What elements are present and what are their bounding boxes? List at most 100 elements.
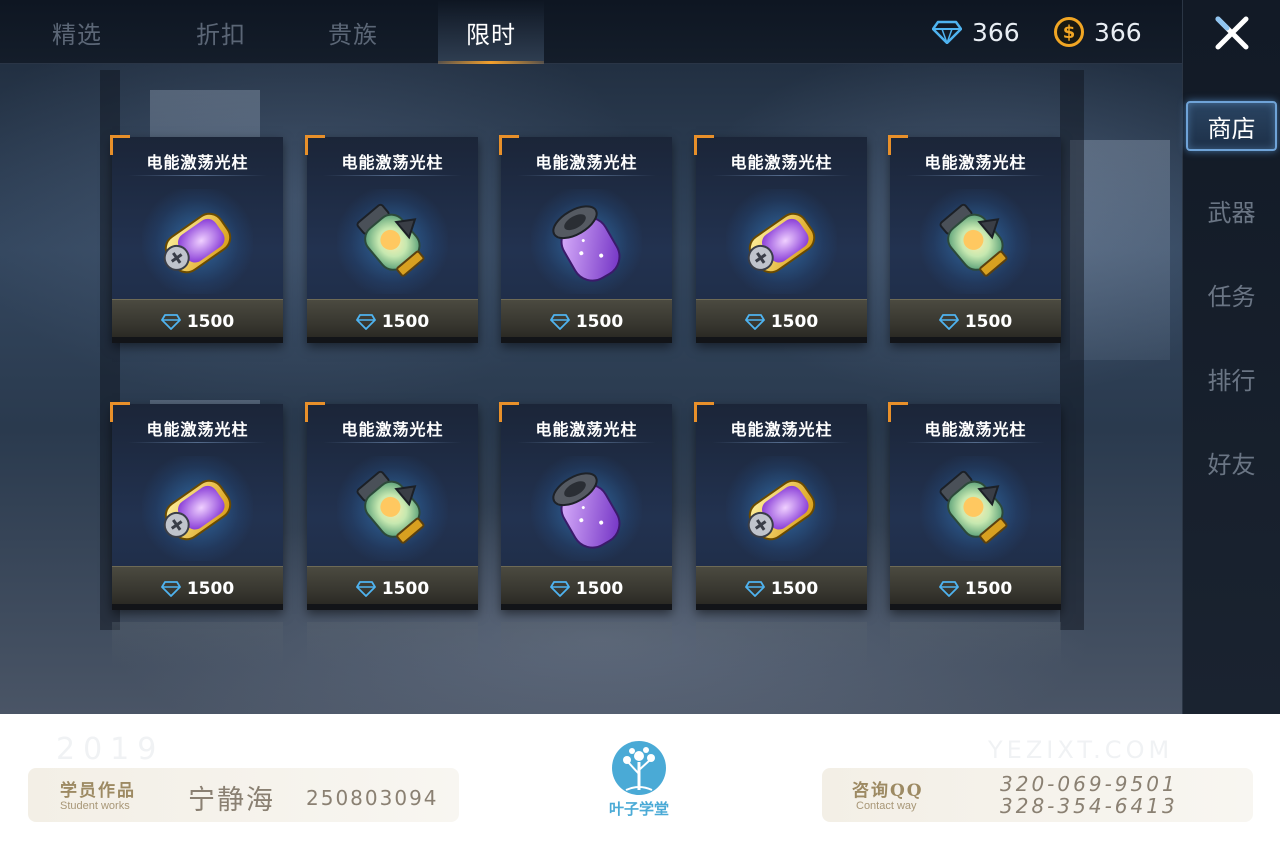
coin-icon: $ <box>1054 17 1084 47</box>
shop-item-card[interactable]: 电能激荡光柱 1500 <box>305 402 478 610</box>
item-price: 1500 <box>575 578 624 599</box>
shop-item-card[interactable]: 电能激荡光柱 1500 <box>110 135 283 343</box>
item-name: 电能激荡光柱 <box>924 153 1027 172</box>
diamond-icon <box>744 313 765 330</box>
item-price: 1500 <box>964 311 1013 332</box>
card-reflection <box>112 622 283 666</box>
student-info-box: 学员作品 Student works 宁静海 250803094 <box>28 768 459 822</box>
yellow-capsule-icon <box>163 479 232 541</box>
shop-item-card[interactable]: 电能激荡光柱 1500 <box>499 402 672 610</box>
tab-label: 贵族 <box>328 20 378 49</box>
diamond-balance: 366 <box>932 14 1020 50</box>
price-bar[interactable]: 1500 <box>112 566 283 610</box>
item-price: 1500 <box>964 578 1013 599</box>
green-bottle-icon <box>356 470 425 544</box>
game-shop-screen: 精选 折扣 贵族 限时 366 $ 366 商店 武器 任务 排行 好友 电能激… <box>0 0 1280 714</box>
price-bar[interactable]: 1500 <box>307 299 478 343</box>
shop-item-card[interactable]: 电能激荡光柱 1500 <box>499 135 672 343</box>
yellow-capsule-icon <box>747 212 816 274</box>
side-navigation: 商店 武器 任务 排行 好友 <box>1182 0 1280 714</box>
nav-item-tasks[interactable]: 任务 <box>1186 269 1277 319</box>
green-bottle-icon <box>939 470 1008 544</box>
purple-canister-icon <box>552 472 621 549</box>
yellow-capsule-icon <box>163 212 232 274</box>
card-reflection <box>696 622 867 666</box>
shop-item-card[interactable]: 电能激荡光柱 1500 <box>305 135 478 343</box>
student-name: 宁静海 <box>188 785 275 816</box>
diamond-icon <box>938 580 959 597</box>
background-pillar <box>1060 70 1084 630</box>
item-price: 1500 <box>381 578 430 599</box>
nav-item-friends[interactable]: 好友 <box>1186 437 1277 487</box>
item-price: 1500 <box>575 311 624 332</box>
card-divider <box>712 442 851 443</box>
tab-noble[interactable]: 贵族 <box>300 0 406 64</box>
price-bar[interactable]: 1500 <box>890 566 1061 610</box>
school-logo: 叶子学堂 <box>608 740 670 824</box>
diamond-count: 366 <box>972 17 1020 47</box>
diamond-icon <box>744 580 765 597</box>
shop-item-card[interactable]: 电能激荡光柱 1500 <box>888 135 1061 343</box>
item-price: 1500 <box>381 311 430 332</box>
nav-item-label: 武器 <box>1207 198 1256 227</box>
student-id: 250803094 <box>306 786 439 810</box>
diamond-icon <box>160 580 181 597</box>
diamond-icon <box>932 20 962 44</box>
nav-item-weapons[interactable]: 武器 <box>1186 185 1277 235</box>
contact-title: 咨询QQ <box>852 781 924 801</box>
background-window <box>1070 140 1170 360</box>
item-name: 电能激荡光柱 <box>341 420 444 439</box>
item-price: 1500 <box>770 578 819 599</box>
price-bar[interactable]: 1500 <box>501 566 672 610</box>
card-reflection <box>307 622 478 666</box>
diamond-icon <box>549 580 570 597</box>
shop-item-card[interactable]: 电能激荡光柱 1500 <box>694 402 867 610</box>
diamond-icon <box>160 313 181 330</box>
item-name: 电能激荡光柱 <box>146 153 249 172</box>
nav-item-label: 排行 <box>1207 366 1256 395</box>
item-name: 电能激荡光柱 <box>535 420 638 439</box>
nav-item-ranking[interactable]: 排行 <box>1186 353 1277 403</box>
tab-limited-time[interactable]: 限时 <box>438 0 544 64</box>
card-divider <box>323 442 462 443</box>
price-bar[interactable]: 1500 <box>307 566 478 610</box>
card-divider <box>128 442 267 443</box>
diamond-icon <box>938 313 959 330</box>
shop-item-card[interactable]: 电能激荡光柱 1500 <box>110 402 283 610</box>
purple-canister-icon <box>552 205 621 282</box>
card-divider <box>906 175 1045 176</box>
card-divider <box>517 175 656 176</box>
price-bar[interactable]: 1500 <box>501 299 672 343</box>
green-bottle-icon <box>939 203 1008 277</box>
school-logo-text: 叶子学堂 <box>608 800 669 818</box>
price-bar[interactable]: 1500 <box>696 299 867 343</box>
card-reflection <box>501 622 672 666</box>
shop-item-card[interactable]: 电能激荡光柱 1500 <box>888 402 1061 610</box>
nav-item-label: 好友 <box>1207 450 1256 479</box>
card-divider <box>712 175 851 176</box>
price-bar[interactable]: 1500 <box>696 566 867 610</box>
year-watermark: 2019 <box>56 732 165 767</box>
tree-logo-icon <box>612 741 666 795</box>
item-price: 1500 <box>186 311 235 332</box>
close-icon[interactable] <box>1213 14 1251 52</box>
shop-item-card[interactable]: 电能激荡光柱 1500 <box>694 135 867 343</box>
card-reflection <box>890 622 1061 666</box>
student-works-title: 学员作品 <box>60 781 136 801</box>
nav-item-shop[interactable]: 商店 <box>1186 101 1277 151</box>
tab-featured[interactable]: 精选 <box>24 0 130 64</box>
footer: 2019 YEZIXT.COM 学员作品 Student works 宁静海 2… <box>0 714 1280 844</box>
contact-info-box: 咨询QQ Contact way 320-069-9501 328-354-64… <box>822 768 1253 822</box>
item-name: 电能激荡光柱 <box>924 420 1027 439</box>
yellow-capsule-icon <box>747 479 816 541</box>
item-name: 电能激荡光柱 <box>730 420 833 439</box>
student-works-subtitle: Student works <box>60 800 130 812</box>
price-bar[interactable]: 1500 <box>890 299 1061 343</box>
item-price: 1500 <box>770 311 819 332</box>
nav-item-label: 任务 <box>1207 282 1256 311</box>
price-bar[interactable]: 1500 <box>112 299 283 343</box>
nav-item-label: 商店 <box>1207 114 1256 143</box>
coin-balance: $ 366 <box>1054 14 1142 50</box>
item-name: 电能激荡光柱 <box>341 153 444 172</box>
tab-discount[interactable]: 折扣 <box>168 0 274 64</box>
